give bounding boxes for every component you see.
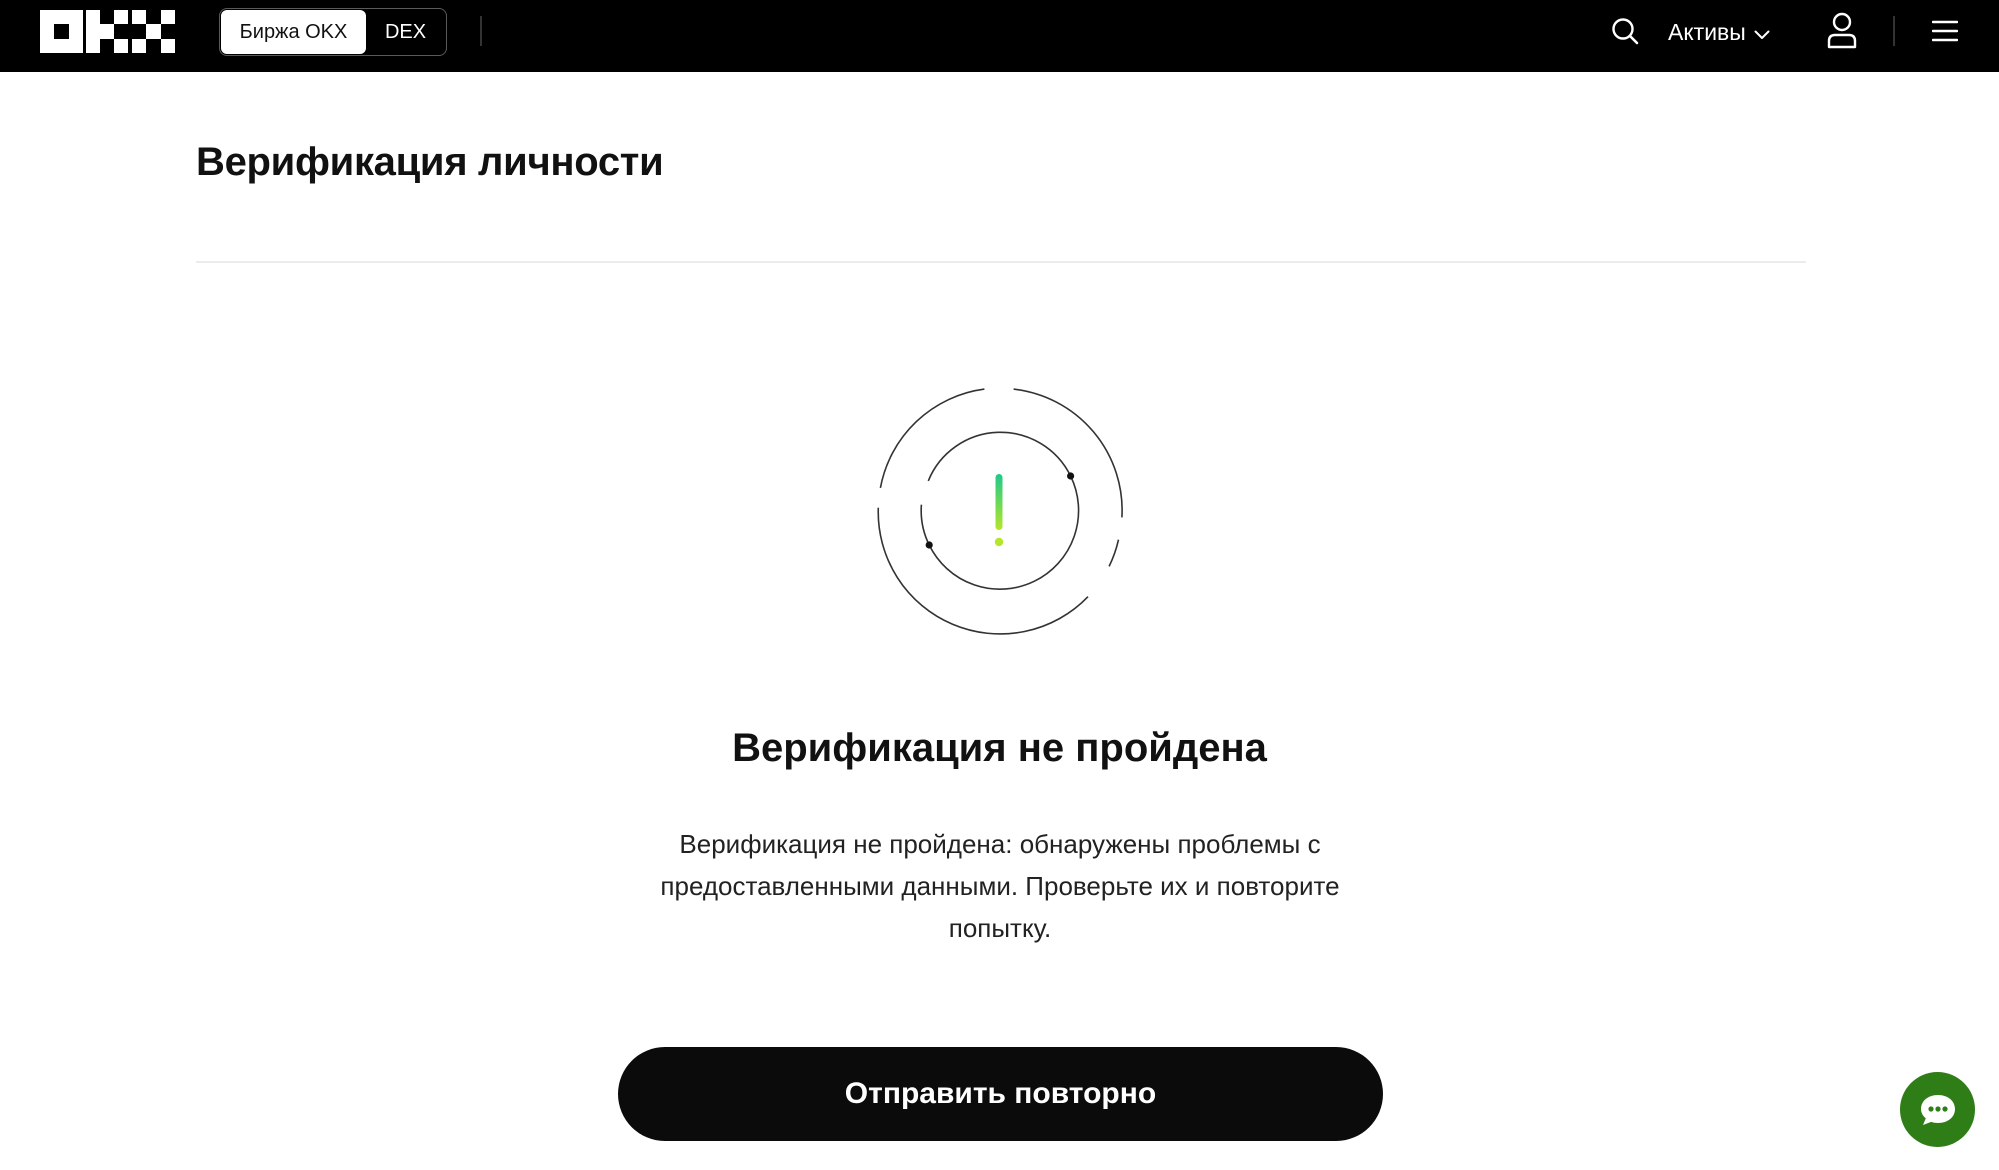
assets-dropdown[interactable]: Активы [1668, 14, 1770, 50]
assets-label: Активы [1668, 18, 1746, 45]
chevron-down-icon [1754, 19, 1770, 46]
platform-switcher: Биржа OKX DEX [219, 8, 447, 56]
verification-failed-illustration [877, 388, 1123, 635]
okx-logo[interactable] [40, 10, 175, 53]
tab-okx-exchange[interactable]: Биржа OKX [221, 10, 366, 54]
support-chat-button[interactable] [1900, 1072, 1975, 1147]
okx-logo-graphic [40, 10, 175, 53]
resend-button[interactable]: Отправить повторно [618, 1047, 1383, 1141]
user-icon-graphic [1827, 12, 1857, 49]
hamburger-menu-icon[interactable] [1928, 14, 1962, 48]
page-title: Верификация личности [196, 140, 664, 184]
header-divider [480, 16, 482, 46]
exclamation-circle-icon [870, 382, 1130, 642]
user-icon[interactable] [1824, 11, 1860, 51]
header-divider-right [1893, 16, 1895, 46]
search-icon[interactable] [1608, 14, 1642, 48]
hamburger-menu-icon-graphic [1932, 20, 1958, 42]
status-title: Верификация не пройдена [732, 726, 1267, 770]
title-divider [196, 261, 1806, 263]
tab-dex[interactable]: DEX [366, 10, 445, 54]
search-icon-graphic [1612, 18, 1639, 45]
status-description: Верификация не пройдена: обнаружены проб… [660, 829, 1340, 943]
chat-bubble-icon [1920, 1094, 1955, 1125]
top-navigation-bar: Биржа OKX DEX Активы [0, 0, 1999, 72]
